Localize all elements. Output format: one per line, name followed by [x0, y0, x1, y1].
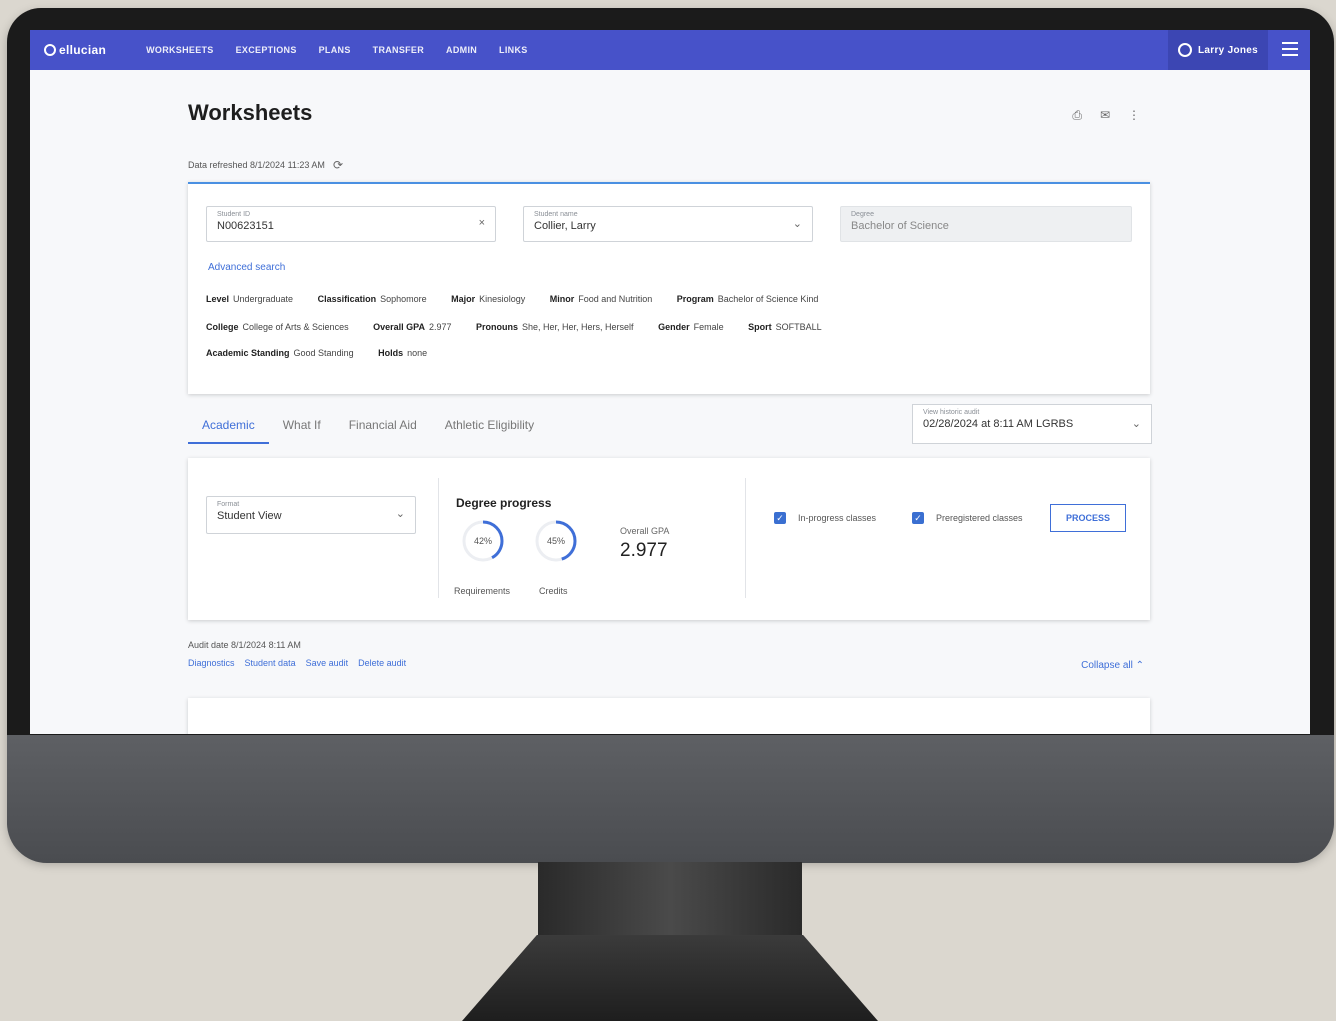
refresh-icon[interactable]: ⟳: [333, 158, 343, 172]
tab-academic[interactable]: Academic: [188, 404, 269, 444]
checkbox-checked-icon[interactable]: ✓: [774, 512, 786, 524]
requirements-ring: 42%: [462, 520, 504, 562]
attribute-row-1: Level Undergraduate Classification Sophomo…: [206, 294, 840, 304]
advanced-search-link[interactable]: Advanced search: [208, 262, 285, 273]
student-data-link[interactable]: Student data: [245, 658, 296, 668]
nav-item-plans[interactable]: PLANS: [319, 45, 351, 55]
collapse-all-label: Collapse all: [1081, 660, 1133, 671]
audit-date: Audit date 8/1/2024 8:11 AM: [188, 640, 301, 650]
logo-icon: [44, 44, 56, 56]
student-id-field[interactable]: Student ID N00623151 ×: [206, 206, 496, 242]
nav-item-admin[interactable]: ADMIN: [446, 45, 477, 55]
checkbox-label: In-progress classes: [798, 513, 877, 523]
divider: [438, 478, 439, 598]
student-name-field[interactable]: Student name Collier, Larry ⌄: [523, 206, 813, 242]
degree-progress-card: Format Student View ⌄ Degree progress 42…: [188, 458, 1150, 620]
top-navigation: ellucian WORKSHEETS EXCEPTIONS PLANS TRA…: [30, 30, 1310, 70]
audit-tabs: Academic What If Financial Aid Athletic …: [188, 404, 548, 444]
audit-block-card: [188, 698, 1150, 734]
field-label: Degree: [851, 211, 874, 218]
field-value: N00623151: [217, 220, 274, 232]
attr-level: Level Undergraduate: [206, 294, 294, 304]
field-value: 02/28/2024 at 8:11 AM LGRBS: [923, 418, 1074, 430]
gpa-value: 2.977: [620, 540, 668, 561]
user-icon: [1178, 43, 1192, 57]
attr-gender: Gender Female: [658, 322, 724, 332]
screen: ellucian WORKSHEETS EXCEPTIONS PLANS TRA…: [30, 30, 1310, 734]
nav-menu: WORKSHEETS EXCEPTIONS PLANS TRANSFER ADM…: [146, 45, 527, 55]
divider: [745, 478, 746, 598]
chevron-down-icon: ⌄: [1131, 418, 1141, 430]
requirements-label: Requirements: [454, 586, 511, 596]
attr-minor: Minor Food and Nutrition: [549, 294, 653, 304]
tab-what-if[interactable]: What If: [269, 404, 335, 444]
attr-major: Major Kinesiology: [451, 294, 526, 304]
data-refreshed: Data refreshed 8/1/2024 11:23 AM ⟳: [188, 158, 343, 172]
field-label: Student ID: [217, 211, 251, 218]
nav-item-worksheets[interactable]: WORKSHEETS: [146, 45, 214, 55]
user-name: Larry Jones: [1198, 44, 1258, 56]
brand-name: ellucian: [59, 43, 107, 57]
user-menu[interactable]: Larry Jones: [1168, 30, 1268, 70]
historic-audit-select[interactable]: View historic audit 02/28/2024 at 8:11 A…: [912, 404, 1152, 444]
monitor-chin: [7, 735, 1334, 863]
attr-pronouns: Pronouns She, Her, Her, Hers, Herself: [476, 322, 634, 332]
clear-icon[interactable]: ×: [479, 217, 485, 229]
field-value: Bachelor of Science: [851, 220, 949, 232]
tab-financial-aid[interactable]: Financial Aid: [335, 404, 431, 444]
header-actions: ⎙ ✉ ⋮: [1072, 108, 1140, 123]
brand-logo[interactable]: ellucian: [44, 43, 106, 57]
requirements-pct: 42%: [474, 536, 492, 546]
refreshed-text: Data refreshed 8/1/2024 11:23 AM: [188, 160, 325, 170]
checkbox-label: Preregistered classes: [936, 513, 1023, 523]
monitor-stand-neck: [538, 862, 802, 937]
attribute-row-3: Academic Standing Good Standing Holds none: [206, 348, 449, 358]
process-button[interactable]: PROCESS: [1050, 504, 1126, 532]
attr-sport: Sport SOFTBALL: [748, 322, 822, 332]
save-audit-link[interactable]: Save audit: [306, 658, 349, 668]
field-value: Collier, Larry: [534, 220, 596, 232]
collapse-all-button[interactable]: Collapse all ⌃: [1081, 660, 1144, 671]
chevron-down-icon[interactable]: ⌄: [793, 217, 802, 230]
field-value: Student View: [217, 510, 282, 522]
nav-item-links[interactable]: LINKS: [499, 45, 528, 55]
attr-holds: Holds none: [378, 348, 428, 358]
attribute-row-2: College College of Arts & Sciences Overal…: [206, 322, 844, 332]
more-options-icon[interactable]: ⋮: [1128, 108, 1140, 123]
field-label: Format: [217, 501, 240, 508]
tab-athletic-eligibility[interactable]: Athletic Eligibility: [431, 404, 548, 444]
field-label: Student name: [534, 211, 578, 218]
attr-classification: Classification Sophomore: [317, 294, 427, 304]
inprogress-checkbox[interactable]: ✓ In-progress classes: [774, 512, 876, 524]
field-label: View historic audit: [923, 409, 980, 416]
diagnostics-link[interactable]: Diagnostics: [188, 658, 235, 668]
format-select[interactable]: Format Student View ⌄: [206, 496, 416, 534]
attr-program: Program Bachelor of Science Kind: [676, 294, 819, 304]
credits-pct: 45%: [547, 536, 565, 546]
degree-progress-title: Degree progress: [456, 496, 552, 510]
checkbox-checked-icon[interactable]: ✓: [912, 512, 924, 524]
hamburger-menu-icon[interactable]: [1282, 42, 1298, 60]
nav-item-exceptions[interactable]: EXCEPTIONS: [236, 45, 297, 55]
credits-label: Credits: [539, 586, 568, 596]
gpa-label: Overall GPA: [620, 526, 670, 536]
degree-field: Degree Bachelor of Science: [840, 206, 1132, 242]
student-card: Student ID N00623151 × Student name Coll…: [188, 182, 1150, 394]
page-title: Worksheets: [188, 100, 313, 125]
credits-ring: 45%: [535, 520, 577, 562]
nav-item-transfer[interactable]: TRANSFER: [373, 45, 424, 55]
attr-college: College College of Arts & Sciences: [206, 322, 349, 332]
print-icon[interactable]: ⎙: [1072, 108, 1082, 123]
chevron-down-icon: ⌄: [395, 508, 405, 520]
chevron-up-icon: ⌃: [1135, 660, 1144, 671]
email-icon[interactable]: ✉: [1100, 108, 1110, 123]
delete-audit-link[interactable]: Delete audit: [358, 658, 406, 668]
preregistered-checkbox[interactable]: ✓ Preregistered classes: [912, 512, 1023, 524]
attr-overall-gpa: Overall GPA 2.977: [373, 322, 452, 332]
monitor-stand-base: [462, 935, 878, 1021]
audit-links: Diagnostics Student data Save audit Dele…: [188, 658, 406, 668]
attr-academic-standing: Academic Standing Good Standing: [206, 348, 354, 358]
